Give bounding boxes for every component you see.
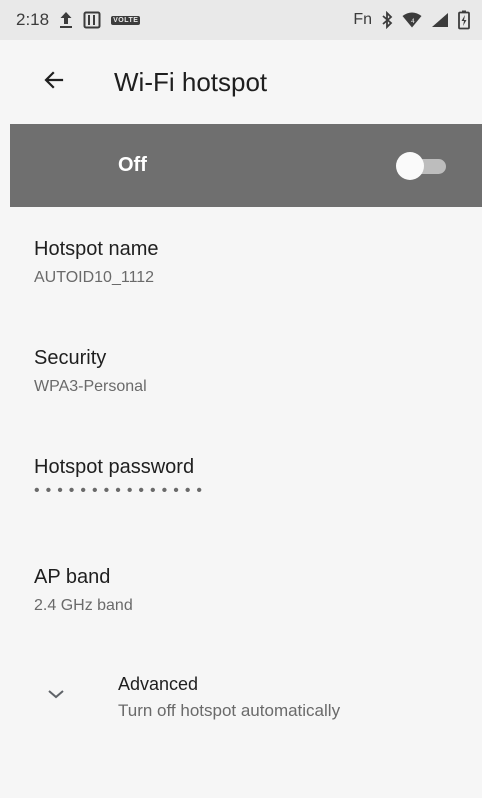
bluetooth-icon [381,11,393,29]
ap-band-value: 2.4 GHz band [34,597,133,614]
hotspot-password-value: ••••••••••••••• [34,482,209,499]
hotspot-toggle[interactable] [396,151,448,180]
ap-band-title: AP band [34,566,111,588]
volte-icon: VOLTE [111,15,141,25]
hotspot-password-title: Hotspot password [34,456,195,478]
upload-icon [59,11,73,29]
back-button[interactable] [30,58,78,106]
advanced-summary: Turn off hotspot automatically [118,701,341,720]
app-bar: Wi-Fi hotspot [0,40,482,124]
chevron-down-icon [44,682,68,706]
signal-icon [431,12,449,28]
hotspot-name-value: AUTOID10_1112 [34,269,155,286]
status-bar: 2:18 VOLTE Fn 4 [0,0,482,40]
security-preference[interactable]: Security WPA3-Personal [34,345,464,398]
arrow-back-icon [42,68,66,97]
hotspot-master-switch[interactable]: Off [10,124,482,207]
security-value: WPA3-Personal [34,378,147,395]
advanced-section[interactable]: Advanced Turn off hotspot automatically [0,664,482,734]
hotspot-password-preference[interactable]: Hotspot password ••••••••••••••• [34,454,464,500]
svg-text:4: 4 [411,18,415,25]
wifi-hotspot-screen: 2:18 VOLTE Fn 4 Wi-Fi hotspot Off Hotspo… [0,0,482,798]
ap-band-preference[interactable]: AP band 2.4 GHz band [34,564,464,617]
hotspot-name-title: Hotspot name [34,238,159,260]
status-time: 2:18 [16,10,50,29]
security-title: Security [34,347,107,369]
wifi-icon: 4 [402,12,422,28]
battery-icon [458,10,470,30]
storage-icon [83,11,101,29]
advanced-title: Advanced [118,674,199,694]
switch-state-label: Off [118,154,147,176]
page-title: Wi-Fi hotspot [114,66,268,97]
fn-indicator: Fn [353,11,372,28]
hotspot-name-preference[interactable]: Hotspot name AUTOID10_1112 [34,236,464,289]
toggle-thumb [396,151,424,180]
